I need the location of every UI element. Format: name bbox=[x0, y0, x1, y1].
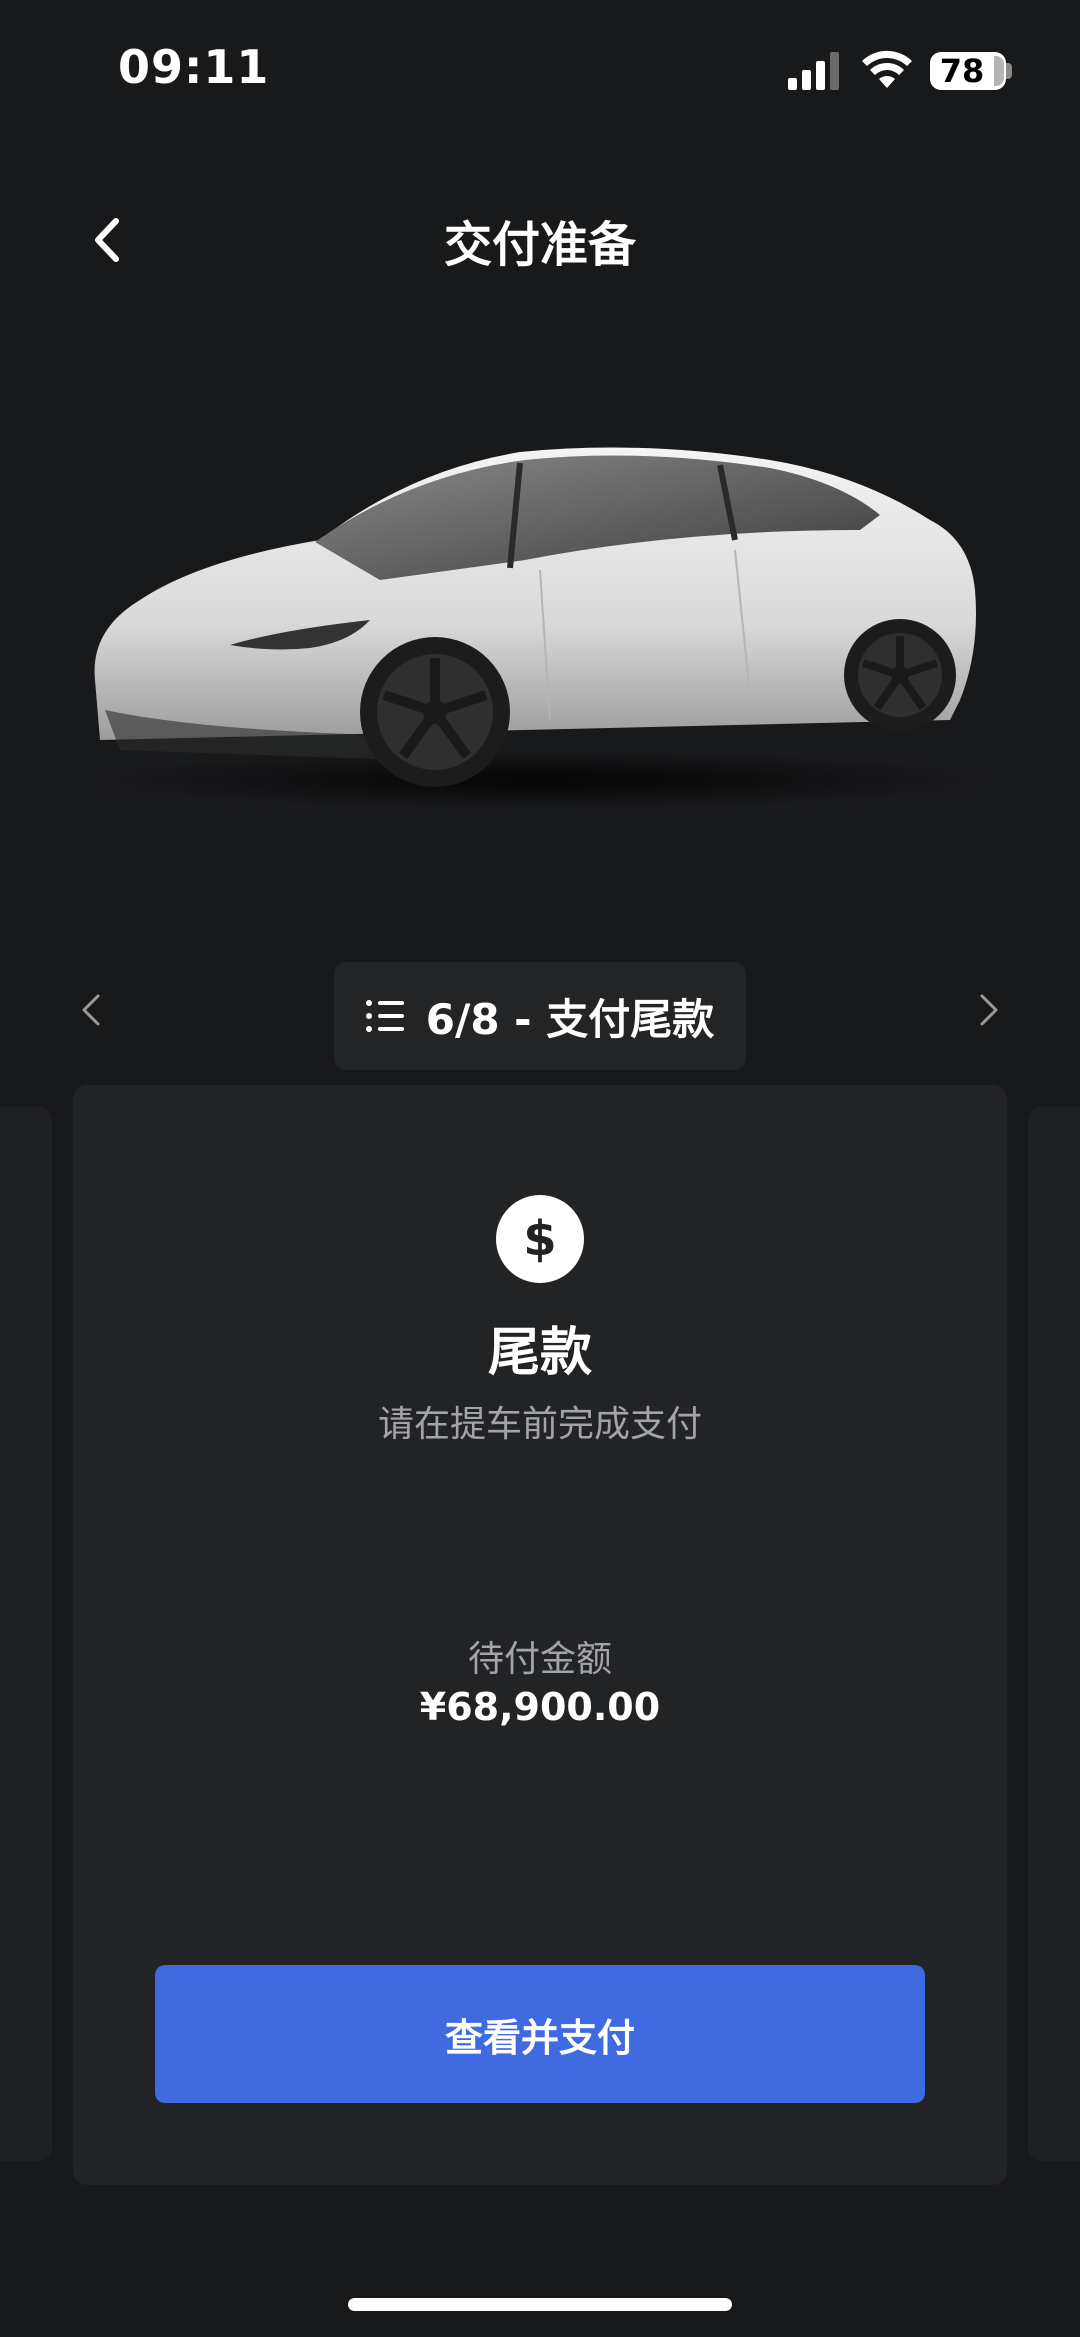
amount-value: ¥68,900.00 bbox=[419, 1685, 661, 1729]
dollar-icon: $ bbox=[496, 1195, 584, 1283]
step-selector[interactable]: 6/8 - 支付尾款 bbox=[334, 962, 746, 1070]
next-step-card[interactable] bbox=[1028, 1107, 1080, 2161]
card-title: 尾款 bbox=[487, 1323, 592, 1383]
battery-cap bbox=[1006, 63, 1012, 79]
card-subtitle: 请在提车前完成支付 bbox=[377, 1404, 702, 1445]
wifi-icon bbox=[862, 50, 912, 88]
next-step-chevron-icon[interactable] bbox=[968, 990, 1008, 1030]
amount-label: 待付金额 bbox=[467, 1639, 612, 1680]
payment-card: $ 尾款 请在提车前完成支付 待付金额 ¥68,900.00 查看并支付 bbox=[73, 1085, 1007, 2185]
battery-empty-segment bbox=[994, 56, 1004, 86]
previous-step-card[interactable] bbox=[0, 1107, 52, 2161]
list-icon bbox=[365, 1000, 404, 1032]
status-time: 09:11 bbox=[118, 40, 270, 94]
page-title: 交付准备 bbox=[443, 217, 636, 273]
battery-level: 78 bbox=[939, 52, 985, 90]
home-indicator[interactable] bbox=[348, 2298, 732, 2311]
step-label: 6/8 - 支付尾款 bbox=[425, 994, 715, 1044]
previous-step-chevron-icon[interactable] bbox=[72, 990, 112, 1030]
status-bar: 09:11 78 bbox=[0, 0, 1080, 140]
car-image bbox=[90, 447, 990, 810]
view-and-pay-button[interactable]: 查看并支付 bbox=[155, 1965, 925, 2103]
signal-icon bbox=[788, 52, 839, 90]
